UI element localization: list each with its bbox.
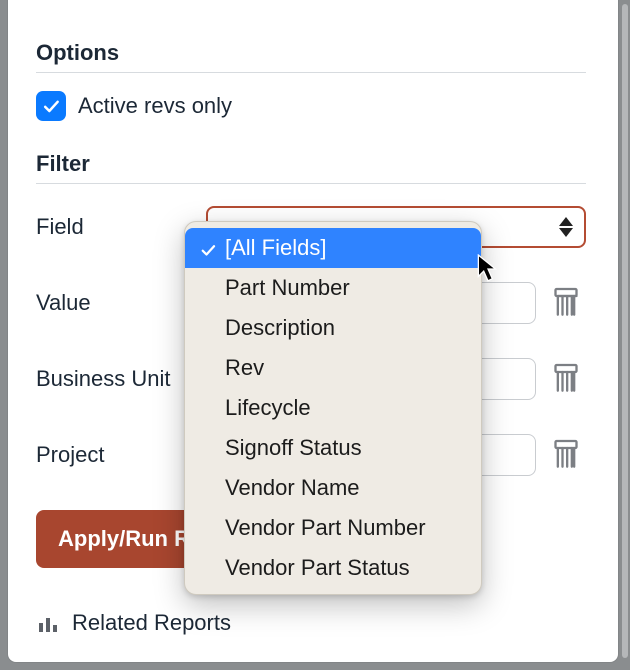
options-heading: Options [36, 40, 586, 66]
filter-heading: Filter [36, 151, 586, 177]
dropdown-item-vendor-part-number[interactable]: Vendor Part Number [185, 508, 481, 548]
dropdown-item-lifecycle[interactable]: Lifecycle [185, 388, 481, 428]
dropdown-item-label: Description [225, 315, 467, 341]
dropdown-item-signoff-status[interactable]: Signoff Status [185, 428, 481, 468]
divider [36, 183, 586, 184]
dropdown-item-label: Vendor Part Number [225, 515, 467, 541]
dropdown-item-vendor-part-status[interactable]: Vendor Part Status [185, 548, 481, 588]
dropdown-item-label: Part Number [225, 275, 467, 301]
bar-chart-icon [36, 611, 60, 635]
divider [36, 72, 586, 73]
active-revs-checkbox[interactable] [36, 91, 66, 121]
dropdown-item-label: Signoff Status [225, 435, 467, 461]
dropdown-item-description[interactable]: Description [185, 308, 481, 348]
vertical-scrollbar[interactable] [622, 4, 628, 658]
dropdown-item-label: Vendor Part Status [225, 555, 467, 581]
field-label: Field [36, 214, 196, 240]
related-reports-link[interactable]: Related Reports [36, 610, 586, 640]
check-icon [41, 96, 61, 116]
dropdown-item-label: [All Fields] [225, 235, 467, 261]
business-unit-label: Business Unit [36, 366, 196, 392]
related-reports-label: Related Reports [72, 610, 231, 636]
clear-icon[interactable] [552, 362, 580, 396]
dropdown-item-all-fields[interactable]: [All Fields] [185, 228, 481, 268]
dropdown-item-label: Vendor Name [225, 475, 467, 501]
dropdown-item-part-number[interactable]: Part Number [185, 268, 481, 308]
project-label: Project [36, 442, 196, 468]
active-revs-label: Active revs only [78, 93, 232, 119]
dropdown-item-rev[interactable]: Rev [185, 348, 481, 388]
active-revs-row[interactable]: Active revs only [36, 91, 586, 121]
dropdown-item-label: Lifecycle [225, 395, 467, 421]
select-stepper-icon [556, 214, 576, 240]
dropdown-item-vendor-name[interactable]: Vendor Name [185, 468, 481, 508]
field-dropdown-menu[interactable]: [All Fields] Part Number Description Rev… [184, 221, 482, 595]
value-label: Value [36, 290, 196, 316]
clear-icon[interactable] [552, 438, 580, 472]
clear-icon[interactable] [552, 286, 580, 320]
dropdown-item-label: Rev [225, 355, 467, 381]
checkmark-icon [199, 239, 217, 257]
